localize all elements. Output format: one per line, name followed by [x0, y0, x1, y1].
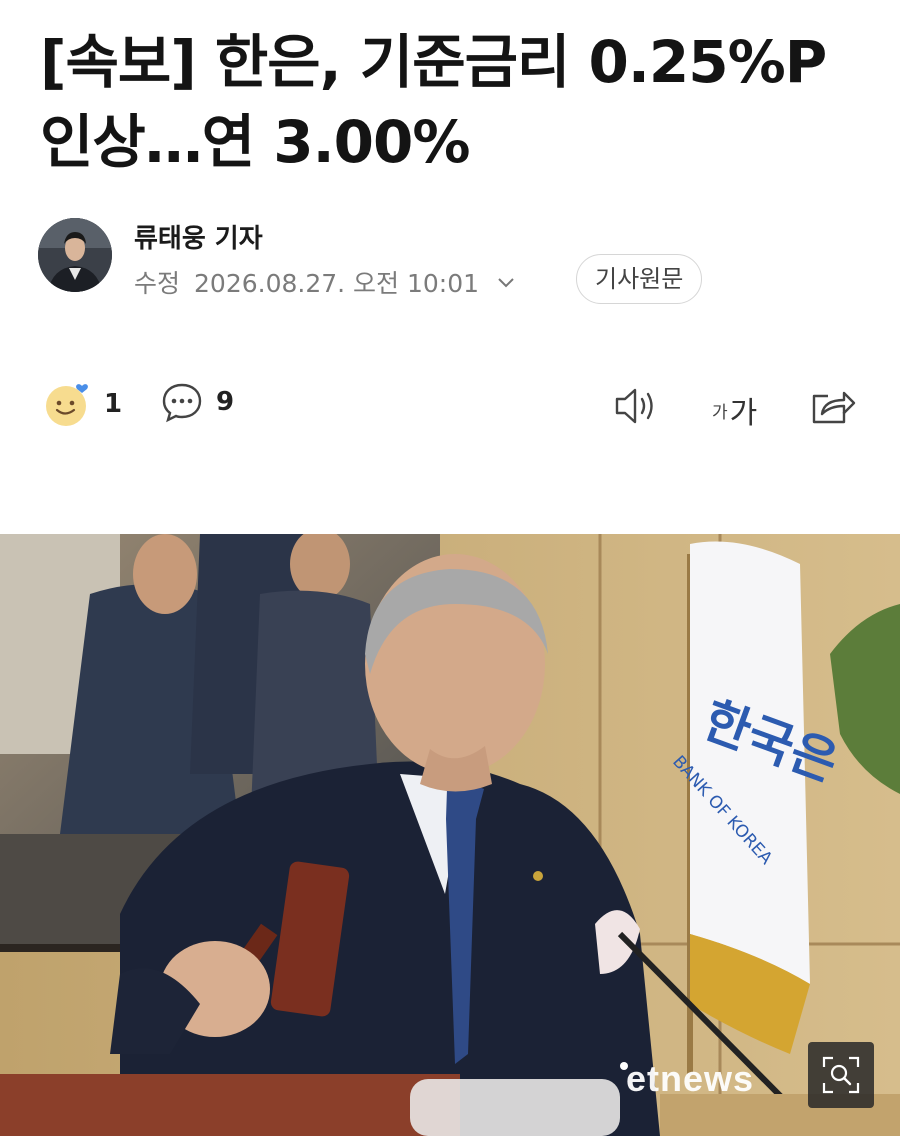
reporter-avatar[interactable]: [38, 218, 112, 292]
article-photo[interactable]: 한국은 BANK OF KOREA etnews: [0, 534, 900, 1136]
font-size-small: 가: [712, 402, 728, 423]
edit-label: 수정: [134, 269, 181, 298]
font-size-button[interactable]: 가 가: [712, 388, 757, 432]
comment-button[interactable]: 9: [160, 380, 234, 424]
article-headline: [속보] 한은, 기준금리 0.25%P 인상…연 3.00%: [40, 22, 870, 182]
article-timestamp: 2026.08.27. 오전 10:01: [194, 269, 480, 298]
share-icon: [812, 391, 856, 424]
governor-photo: 한국은 BANK OF KOREA: [0, 534, 900, 1136]
article-toolbar: 1 9 가 가: [0, 380, 900, 440]
headline-line-1: [속보] 한은, 기준금리 0.25%P: [40, 28, 827, 96]
listen-button[interactable]: [612, 384, 664, 428]
chevron-down-icon[interactable]: [495, 271, 517, 293]
speaker-icon: [615, 388, 653, 424]
reaction-button[interactable]: 1: [44, 380, 122, 428]
photo-watermark: etnews: [626, 1058, 755, 1099]
zoom-icon: [822, 1056, 860, 1094]
reporter-name[interactable]: 류태웅 기자: [134, 218, 263, 255]
reaction-count: 1: [104, 389, 123, 419]
smile-reaction-icon: [46, 384, 88, 426]
font-size-large: 가: [729, 396, 758, 431]
share-button[interactable]: [808, 384, 856, 428]
photo-zoom-button[interactable]: [808, 1042, 874, 1108]
article-meta: 수정 2026.08.27. 오전 10:01: [134, 264, 517, 300]
comment-count: 9: [216, 387, 235, 417]
comment-icon: [162, 383, 202, 423]
original-article-button[interactable]: 기사원문: [576, 254, 703, 304]
headline-line-2: 인상…연 3.00%: [40, 108, 470, 176]
